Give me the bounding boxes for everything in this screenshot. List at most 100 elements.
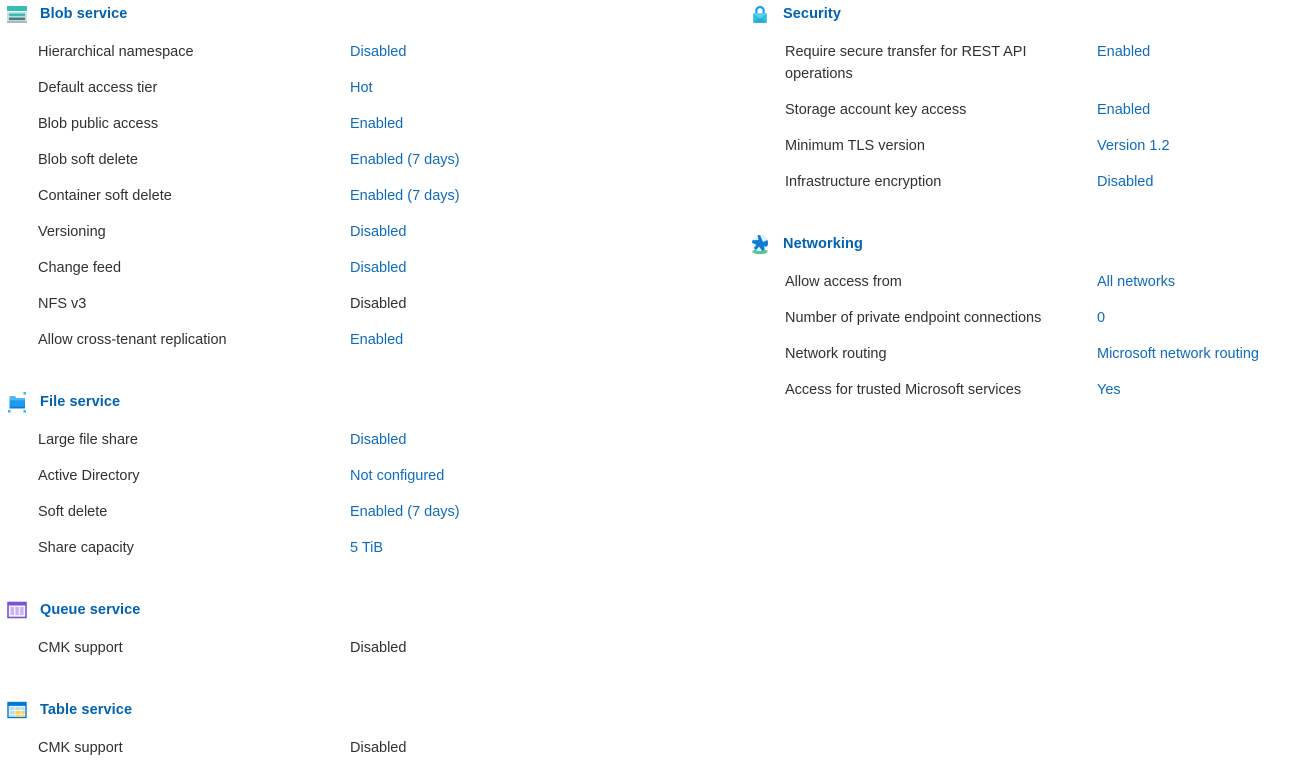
section-table-service: Table service CMK support Disabled	[0, 696, 700, 772]
section-title-file-service: File service	[40, 394, 121, 410]
property-row-storage-account-key-access: Storage account key access Enabled	[745, 98, 1295, 134]
section-title-blob-service: Blob service	[40, 6, 128, 22]
queue-service-icon	[7, 601, 27, 619]
property-label: Minimum TLS version	[785, 138, 925, 154]
section-title-table-service: Table service	[40, 702, 133, 718]
property-row-nfs-v3: NFS v3 Disabled	[0, 292, 700, 328]
table-service-icon	[7, 701, 27, 719]
rows-file-service: Large file share Disabled Active Directo…	[0, 428, 700, 572]
section-header-file-service: File service	[0, 388, 700, 416]
blob-service-icon	[7, 6, 27, 23]
property-value-static: Disabled	[350, 740, 407, 756]
property-value-link[interactable]: Enabled (7 days)	[350, 148, 460, 171]
property-value-link[interactable]: Disabled	[350, 40, 406, 63]
property-label: Allow cross-tenant replication	[38, 332, 227, 348]
section-file-service: File service Large file share Disabled A…	[0, 388, 700, 572]
left-column: Blob service Hierarchical namespace Disa…	[0, 0, 700, 772]
property-label: Share capacity	[38, 540, 134, 556]
property-row-require-secure-transfer: Require secure transfer for REST API ope…	[745, 40, 1295, 98]
property-value-link[interactable]: Disabled	[1097, 170, 1153, 193]
rows-queue-service: CMK support Disabled	[0, 636, 700, 672]
property-value-link[interactable]: All networks	[1097, 270, 1175, 293]
property-label: Require secure transfer for REST API ope…	[785, 44, 1027, 82]
property-row-blob-public-access: Blob public access Enabled	[0, 112, 700, 148]
property-label: CMK support	[38, 640, 123, 656]
property-value-static: Disabled	[350, 296, 407, 312]
section-security: Security Require secure transfer for RES…	[745, 0, 1295, 206]
property-value-link[interactable]: Enabled	[350, 112, 403, 135]
property-row-network-routing: Network routing Microsoft network routin…	[745, 342, 1295, 378]
property-value-link[interactable]: 0	[1097, 306, 1105, 329]
property-label: Infrastructure encryption	[785, 174, 942, 190]
property-value-link[interactable]: Disabled	[350, 428, 406, 451]
property-value-link[interactable]: Disabled	[350, 220, 406, 243]
storage-account-properties-page: Blob service Hierarchical namespace Disa…	[0, 0, 1295, 756]
property-row-versioning: Versioning Disabled	[0, 220, 700, 256]
property-label: Active Directory	[38, 468, 140, 484]
property-value-link[interactable]: Enabled (7 days)	[350, 500, 460, 523]
property-row-allow-access-from: Allow access from All networks	[745, 270, 1295, 306]
property-row-container-soft-delete: Container soft delete Enabled (7 days)	[0, 184, 700, 220]
section-blob-service: Blob service Hierarchical namespace Disa…	[0, 0, 700, 364]
section-header-queue-service: Queue service	[0, 596, 700, 624]
property-value-link[interactable]: Enabled	[350, 328, 403, 351]
section-header-networking: Networking	[745, 230, 1295, 258]
property-label: CMK support	[38, 740, 123, 756]
property-row-default-access-tier: Default access tier Hot	[0, 76, 700, 112]
property-row-soft-delete: Soft delete Enabled (7 days)	[0, 500, 700, 536]
security-lock-icon	[753, 5, 767, 23]
property-row-change-feed: Change feed Disabled	[0, 256, 700, 292]
section-header-table-service: Table service	[0, 696, 700, 724]
rows-security: Require secure transfer for REST API ope…	[745, 40, 1295, 206]
file-service-icon	[8, 392, 26, 413]
property-label: Network routing	[785, 346, 887, 362]
property-label: Storage account key access	[785, 102, 967, 118]
property-label: Blob soft delete	[38, 152, 138, 168]
property-row-minimum-tls-version: Minimum TLS version Version 1.2	[745, 134, 1295, 170]
property-value-link[interactable]: 5 TiB	[350, 536, 383, 559]
property-label: Versioning	[38, 224, 106, 240]
section-header-blob-service: Blob service	[0, 0, 700, 28]
property-label: Allow access from	[785, 274, 902, 290]
property-label: Number of private endpoint connections	[785, 310, 1042, 326]
property-label: NFS v3	[38, 296, 87, 312]
property-row-cmk-support-queue: CMK support Disabled	[0, 636, 700, 672]
property-row-infrastructure-encryption: Infrastructure encryption Disabled	[745, 170, 1295, 206]
property-value-static: Disabled	[350, 640, 407, 656]
property-row-active-directory: Active Directory Not configured	[0, 464, 700, 500]
property-value-link[interactable]: Enabled	[1097, 40, 1150, 63]
property-value-link[interactable]: Version 1.2	[1097, 134, 1170, 157]
property-value-link[interactable]: Hot	[350, 76, 373, 99]
property-label: Change feed	[38, 260, 122, 276]
section-networking: Networking Allow access from All network…	[745, 230, 1295, 414]
property-label: Soft delete	[38, 504, 108, 520]
property-row-share-capacity: Share capacity 5 TiB	[0, 536, 700, 572]
property-row-private-endpoint-connections: Number of private endpoint connections 0	[745, 306, 1295, 342]
rows-networking: Allow access from All networks Number of…	[745, 270, 1295, 414]
property-value-link[interactable]: Yes	[1097, 378, 1121, 401]
rows-blob-service: Hierarchical namespace Disabled Default …	[0, 40, 700, 364]
section-title-queue-service: Queue service	[40, 602, 141, 618]
property-value-link[interactable]: Enabled (7 days)	[350, 184, 460, 207]
property-label: Default access tier	[38, 80, 158, 96]
property-row-blob-soft-delete: Blob soft delete Enabled (7 days)	[0, 148, 700, 184]
property-label: Large file share	[38, 432, 138, 448]
property-value-link[interactable]: Disabled	[350, 256, 406, 279]
section-queue-service: Queue service CMK support Disabled	[0, 596, 700, 672]
property-row-large-file-share: Large file share Disabled	[0, 428, 700, 464]
property-value-link[interactable]: Microsoft network routing	[1097, 342, 1259, 365]
property-label: Container soft delete	[38, 188, 172, 204]
property-row-access-trusted-microsoft-services: Access for trusted Microsoft services Ye…	[745, 378, 1295, 414]
section-header-security: Security	[745, 0, 1295, 28]
rows-table-service: CMK support Disabled	[0, 736, 700, 772]
property-value-link[interactable]: Enabled	[1097, 98, 1150, 121]
property-row-allow-cross-tenant-replication: Allow cross-tenant replication Enabled	[0, 328, 700, 364]
property-value-link[interactable]: Not configured	[350, 464, 444, 487]
section-title-networking: Networking	[783, 236, 863, 252]
property-label: Blob public access	[38, 116, 159, 132]
property-label: Access for trusted Microsoft services	[785, 382, 1022, 398]
property-label: Hierarchical namespace	[38, 44, 194, 60]
